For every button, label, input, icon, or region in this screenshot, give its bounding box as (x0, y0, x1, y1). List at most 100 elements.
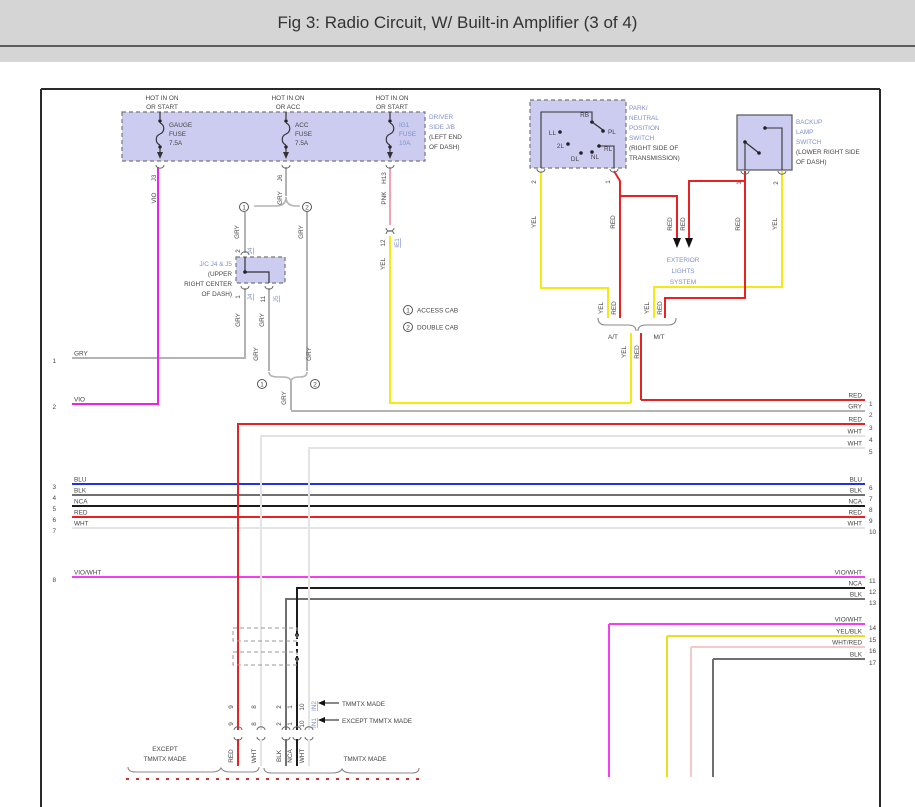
wire-label: BLU (850, 477, 863, 484)
pnp-loc-1: (RIGHT SIDE OF (629, 145, 678, 152)
row-number: 1 (52, 358, 56, 365)
wire-label: GRY (848, 404, 862, 411)
pnp-name-4: SWITCH (629, 135, 655, 142)
terminal-ll: LL (549, 130, 557, 137)
wire-label: RED (849, 510, 863, 517)
row-number: 5 (869, 449, 873, 456)
row-number: 9 (869, 518, 873, 525)
wire-label: VIO (74, 397, 85, 404)
fuse-rating: 7.5A (169, 140, 183, 147)
wire-label: NCA (849, 499, 863, 506)
wire-label: GRY (234, 224, 241, 238)
fuse-pin: J3 (151, 174, 158, 181)
hot-in-on-header: OR START (376, 104, 408, 111)
wire-rows: 1 GRY 2 VIO 3 BLU 4 BLK 5 NCA 6 RED 7 WHT 8 VIO/WHT 1 RED… (52, 351, 876, 668)
connector-pin: 2 (276, 722, 283, 726)
connector-arc (155, 164, 165, 169)
pnp-name-3: POSITION (629, 125, 660, 132)
jc-loc3: OF DASH) (201, 291, 232, 298)
switch-wires (540, 170, 783, 403)
wire-label: WHT (847, 441, 862, 448)
wire-label: RED (680, 217, 687, 231)
row-number: 14 (869, 625, 877, 632)
in2-note: TMMTX MADE (342, 701, 385, 708)
connector-pin: 8 (251, 705, 258, 709)
terminal-rb: RB (580, 112, 589, 119)
fuse-name: FUSE (295, 131, 312, 138)
fuse-rating: 10A (399, 140, 411, 147)
terminal-nl: NL (591, 154, 600, 161)
row-number: 2 (52, 404, 56, 411)
row-number: 4 (869, 437, 873, 444)
backup-loc-1: (LOWER RIGHT SIDE (796, 149, 860, 156)
group-left-1: EXCEPT (152, 746, 178, 753)
wire-label: BLK (74, 488, 87, 495)
row-number: 12 (869, 589, 877, 596)
row-number: 10 (869, 529, 877, 536)
wire-label: RED (735, 217, 742, 231)
hot-in-on-header: HOT IN ON (146, 95, 179, 102)
wire-label: GRY (277, 190, 284, 204)
cab-legend: 1 2 ACCESS CAB DOUBLE CAB (403, 305, 458, 332)
row-number: 4 (52, 495, 56, 502)
fuse-name: GAUGE (169, 122, 192, 129)
backup-pin-1: 1 (736, 181, 743, 185)
connector-pin: 8 (251, 722, 258, 726)
connector-pin: 1 (287, 705, 294, 709)
down-arrow-icon (673, 238, 681, 248)
park-neutral-switch: RB LL PL 2L RL DL NL PARK/ NEUTRAL POSIT… (529, 99, 680, 229)
exterior-l1: EXTERIOR (667, 257, 700, 264)
jc-conn-j4-top: J4 (247, 247, 254, 254)
row-number: 6 (869, 485, 873, 492)
exterior-l2: LIGHTS (671, 268, 694, 275)
pnp-pin-2: 2 (531, 180, 538, 184)
row-number: 2 (869, 412, 873, 419)
legend-sym-2: 2 (406, 325, 410, 332)
left-arrow-icon (318, 700, 325, 706)
wire-label: RED (667, 217, 674, 231)
in1-note: EXCEPT TMMTX MADE (342, 718, 412, 725)
fuse-node (388, 119, 392, 123)
connector-pin: 10 (299, 703, 306, 711)
jc-loc2: RIGHT CENTER (184, 281, 232, 288)
figure-title: Fig 3: Radio Circuit, W/ Built-in Amplif… (277, 13, 638, 32)
row-number: 8 (52, 577, 56, 584)
fuse-node (158, 119, 162, 123)
row-number: 11 (869, 578, 876, 585)
jc-conn-j4-bot: J4 (247, 293, 254, 300)
wire-label: WHT (299, 749, 306, 764)
pnp-name-1: PARK/ (629, 105, 648, 112)
jb-loc-2: OF DASH) (429, 144, 460, 151)
backup-lamp-switch: BACKUP LAMP SWITCH (LOWER RIGHT SIDE OF … (735, 114, 860, 231)
wire-label: BLK (850, 592, 863, 599)
jc-conn-j5: J5 (273, 295, 280, 302)
hot-in-on-header: HOT IN ON (272, 95, 305, 102)
fuse-name: IG1 (399, 122, 410, 129)
tmmtx-section: TMMTX MADE EXCEPT TMMTX MADE IN2 IN1 EXC… (126, 700, 420, 780)
pnp-pin-1: 1 (605, 180, 612, 184)
legend-double-cab: DOUBLE CAB (417, 325, 458, 332)
fuse-name: FUSE (169, 131, 186, 138)
wire-label: GRY (281, 390, 288, 404)
fuse-name: FUSE (399, 131, 416, 138)
terminal-2l: 2L (557, 143, 565, 150)
connector-pin: 2 (276, 705, 283, 709)
jb-name-2: SIDE J/B (429, 124, 455, 131)
gry-split: 1 2 1 2 GRY GRY GRY GRY GRY GRY GRY (234, 196, 320, 410)
wire-label: PNK (381, 191, 388, 205)
wire-label: YEL (380, 258, 387, 271)
ie1-pin: 12 (380, 239, 387, 247)
wire-label: BLU (74, 477, 87, 484)
wire-label: RED (228, 749, 235, 763)
backup-pin-2: 2 (773, 181, 780, 185)
wire-label: YEL (531, 216, 538, 229)
wire-label: RED (611, 301, 618, 315)
cab-variant-1b: 1 (260, 382, 264, 389)
wire-label: YEL (598, 302, 605, 315)
wire-label: WHT (847, 521, 862, 528)
terminal-pl: PL (608, 129, 616, 136)
row-number: 17 (869, 660, 877, 667)
wire-label: GRY (259, 312, 266, 326)
wire-label: GRY (235, 312, 242, 326)
wire-label: RED (610, 215, 617, 229)
